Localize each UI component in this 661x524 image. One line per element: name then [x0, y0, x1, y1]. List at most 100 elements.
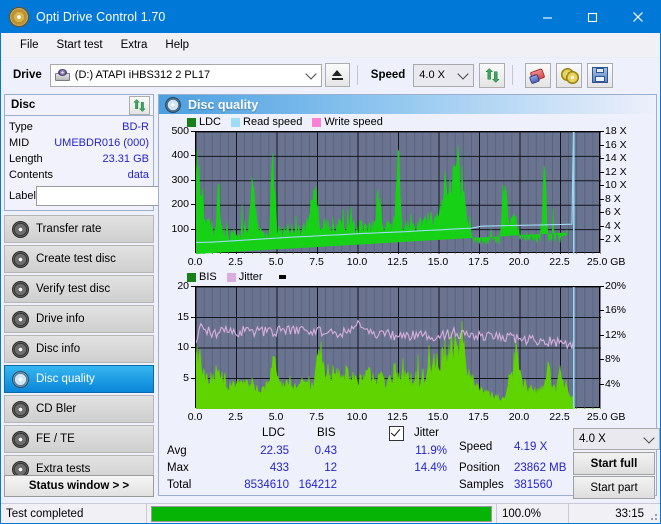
stats-ldc-avg: 22.35	[260, 445, 289, 457]
eject-button[interactable]	[324, 63, 350, 87]
status-bar: Test completed 100.0% 33:15	[1, 503, 660, 523]
menu-extra[interactable]: Extra	[112, 36, 157, 54]
start-part-button[interactable]: Start part	[573, 476, 655, 499]
maximize-button[interactable]	[570, 1, 615, 33]
ldc-plot-svg	[196, 132, 601, 254]
y2-tick	[600, 310, 604, 312]
disc-row-length: Length 23.31 GB	[9, 151, 149, 167]
legend-swatch-read-speed	[231, 117, 241, 127]
sidebar-item-disc-quality[interactable]: Disc quality	[4, 365, 154, 393]
sidebar-item-verify-test-disc[interactable]: Verify test disc	[4, 275, 154, 303]
x-tick-label: 12.5	[387, 411, 408, 423]
legend-marker-icon	[278, 275, 286, 279]
refresh-button[interactable]	[479, 62, 506, 88]
sidebar-item-cd-bler[interactable]: CD Bler	[4, 395, 154, 423]
disc-info-panel: Disc Type BD-R MID UMEBDR016 (000) Lengt…	[4, 94, 240, 211]
sidebar-item-fe-te[interactable]: FE / TE	[4, 425, 154, 453]
x-tick-label: 17.5	[468, 411, 489, 423]
sidebar-item-create-test-disc[interactable]: Create test disc	[4, 245, 154, 273]
start-full-button[interactable]: Start full	[573, 452, 655, 475]
menu-help[interactable]: Help	[156, 36, 198, 54]
disc-mid-value: UMEBDR016 (000)	[54, 137, 149, 149]
bis-chart: 5 10 15 20 4% 8% 12% 16% 20% 0.0 2.5 5.0 7.5 10.0 12.5…	[163, 280, 656, 424]
y-tick-label: 15	[177, 310, 189, 323]
y2-tick	[600, 359, 604, 361]
menu-bar: File Start test Extra Help	[1, 33, 660, 58]
disc-contents-label: Contents	[9, 169, 54, 181]
sidebar-item-transfer-rate[interactable]: Transfer rate	[4, 215, 154, 243]
speed-select[interactable]: 4.0 X	[413, 63, 475, 87]
app-disc-icon	[9, 7, 29, 27]
y2-tick	[600, 286, 604, 287]
minimize-icon	[543, 16, 552, 19]
status-window-button[interactable]: Status window > >	[4, 475, 154, 497]
sidebar-item-label: Disc info	[36, 343, 81, 355]
stats-row-max: Max	[167, 462, 189, 474]
erase-button[interactable]	[525, 62, 552, 88]
progress-bar	[147, 504, 496, 523]
y2-tick	[600, 212, 604, 214]
sidebar-item-label: Drive info	[36, 313, 85, 325]
main-body: Disc Type BD-R MID UMEBDR016 (000) Lengt…	[1, 92, 660, 499]
drive-select-value: (D:) ATAPI iHBS312 2 PL17	[74, 69, 211, 81]
stats-speed-label: Speed	[459, 441, 493, 453]
menu-file[interactable]: File	[11, 36, 48, 54]
toolbar: Drive (D:) ATAPI iHBS312 2 PL17 Speed 4.…	[1, 58, 660, 92]
stats-position-label: Position	[459, 462, 500, 474]
disc-mid-label: MID	[9, 137, 30, 149]
save-button[interactable]	[587, 62, 614, 88]
y2-tick-label: 12%	[605, 328, 627, 341]
disc-icon	[12, 370, 29, 388]
progress-fill	[152, 506, 491, 521]
disc-panel-title: Disc	[11, 99, 36, 111]
legend-label-jitter: Jitter	[238, 271, 263, 283]
minimize-button[interactable]	[525, 1, 570, 33]
bis-plot-svg	[196, 287, 601, 409]
stats-jitter-max: 14.4%	[414, 462, 447, 474]
close-button[interactable]	[615, 1, 660, 33]
x-tick-label: 22.5	[549, 411, 570, 423]
legend-label-bis: BIS	[199, 271, 217, 283]
refresh-icon	[485, 67, 500, 83]
close-icon	[632, 12, 643, 22]
discs-button[interactable]	[556, 62, 583, 88]
y2-tick	[600, 334, 604, 336]
x-tick-label: 22.5	[549, 256, 570, 268]
menu-start-test[interactable]: Start test	[48, 36, 112, 54]
x-tick-label: 5.0	[268, 256, 284, 268]
y2-tick	[600, 225, 604, 227]
legend-bis: BIS	[187, 271, 217, 283]
stats-bis-total: 164212	[298, 479, 337, 491]
drive-select[interactable]: (D:) ATAPI iHBS312 2 PL17	[49, 63, 322, 87]
speed-select-value: 4.0 X	[419, 69, 445, 81]
x-tick-label: 7.5	[309, 411, 324, 423]
stats-position-value: 23862 MB	[514, 462, 567, 474]
sidebar-item-label: Extra tests	[36, 463, 91, 475]
jitter-checkbox[interactable]	[389, 426, 404, 442]
x-tick-label: 25.0 GB	[586, 256, 626, 268]
stats-col-jitter: Jitter	[414, 427, 439, 439]
stats-ldc-total: 8534610	[244, 479, 289, 491]
x-tick-label: 17.5	[468, 256, 489, 268]
sidebar-item-disc-info[interactable]: Disc info	[4, 335, 154, 363]
disc-label-caption: Label	[9, 189, 36, 202]
chevron-down-icon	[457, 67, 469, 80]
discs-icon	[560, 68, 579, 84]
ldc-chart-legend: LDC Read speed Write speed	[159, 115, 656, 129]
y-tick	[191, 204, 195, 206]
speed-label: Speed	[370, 69, 406, 81]
disc-refresh-button[interactable]	[129, 95, 150, 115]
legend-label-ldc: LDC	[199, 116, 222, 128]
statistics-panel: LDC BIS Jitter Avg 22.35 0.43 11.9% Max …	[159, 424, 660, 500]
test-speed-select[interactable]: 4.0 X	[573, 428, 660, 450]
y2-tick-label: 16 X	[605, 138, 627, 151]
y2-tick-label: 16%	[605, 304, 627, 317]
eraser-icon	[530, 69, 547, 82]
status-message: Test completed	[1, 504, 147, 523]
y2-tick	[600, 383, 604, 385]
disc-contents-value: data	[127, 169, 149, 181]
sidebar-item-drive-info[interactable]: Drive info	[4, 305, 154, 333]
y2-tick	[600, 198, 604, 200]
legend-swatch-jitter	[226, 272, 236, 282]
app-window: Opti Drive Control 1.70 File Start test …	[0, 0, 661, 524]
